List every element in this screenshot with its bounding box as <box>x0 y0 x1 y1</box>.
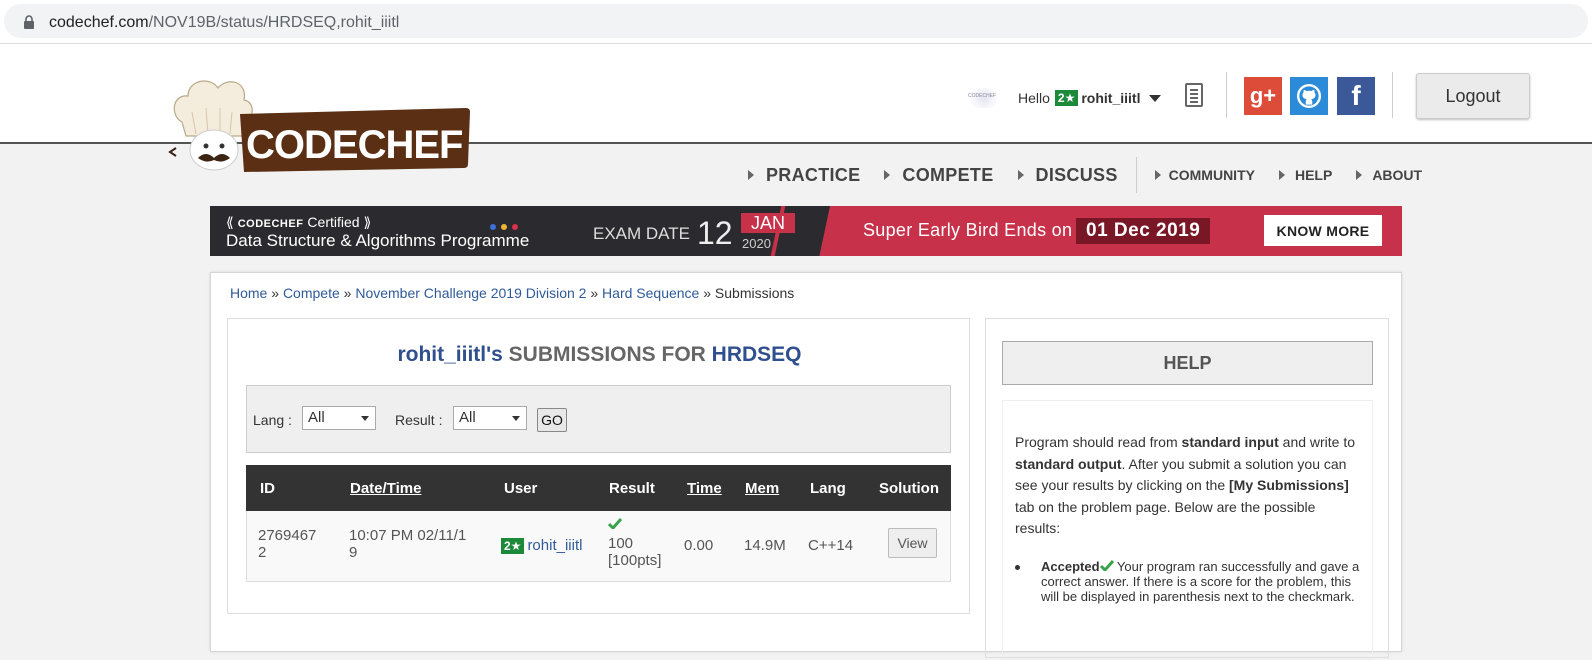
col-lang: Lang <box>810 480 846 497</box>
arrow-right-icon <box>1154 170 1161 180</box>
page-title: rohit_iiitl's SUBMISSIONS FOR HRDSEQ <box>397 343 802 366</box>
lock-icon <box>24 15 34 29</box>
exam-month: JAN <box>741 213 796 233</box>
facebook-icon[interactable]: f <box>1337 77 1375 115</box>
lang-filter-label: Lang : <box>253 412 292 428</box>
cell-mem: 14.9M <box>744 537 786 554</box>
early-bird-text: Super Early Bird Ends on <box>863 220 1073 240</box>
github-icon[interactable] <box>1290 77 1328 115</box>
hello-text: Hello <box>1018 90 1050 106</box>
star-rating-badge: 2★ <box>1054 90 1079 106</box>
codechef-logo[interactable]: CODECHEF <box>168 72 478 176</box>
user-greeting[interactable]: CODECHEF Hello 2★ rohit_iiitl <box>966 88 1162 108</box>
result-filter-label: Result : <box>395 412 443 428</box>
banner-dots <box>490 224 523 230</box>
bullet <box>1015 565 1020 570</box>
url-text[interactable]: codechef.com/NOV19B/status/HRDSEQ,rohit_… <box>49 14 399 32</box>
chevron-down-icon[interactable] <box>1149 94 1162 102</box>
col-user: User <box>504 480 538 497</box>
view-solution-button[interactable]: View <box>888 528 937 558</box>
col-datetime[interactable]: Date/Time <box>350 480 421 497</box>
help-text: Program should read from standard input … <box>1015 434 1356 536</box>
help-heading: HELP <box>1002 341 1373 385</box>
banner-certified: ⟪ CODECHEF Certified ⟫ <box>226 214 372 230</box>
main-nav: PRACTICE COMPETE DISCUSS COMMUNITY HELP … <box>748 157 1422 193</box>
col-result: Result <box>609 480 655 497</box>
breadcrumb-current: Submissions <box>714 285 795 301</box>
cell-datetime: 10:07 PM 02/11/1 9 <box>349 527 467 561</box>
nav-discuss[interactable]: DISCUSS <box>1017 165 1118 186</box>
star-rating-badge: 2★ <box>501 538 525 554</box>
cell-time: 0.00 <box>684 537 714 554</box>
nav-community[interactable]: COMMUNITY <box>1154 167 1255 183</box>
list-item: Accepted Your program ran successfully a… <box>1041 559 1360 604</box>
logout-button[interactable]: Logout <box>1416 73 1530 119</box>
help-body: Program should read from standard input … <box>1002 400 1373 660</box>
exam-date-label: EXAM DATE <box>593 224 690 243</box>
breadcrumb-home[interactable]: Home <box>230 285 267 301</box>
nav-divider <box>1135 157 1137 193</box>
arrow-right-icon <box>748 170 754 180</box>
cell-lang: C++14 <box>808 537 854 554</box>
dropdown-arrow-icon <box>361 416 369 421</box>
exam-day: 12 <box>697 215 733 251</box>
help-panel: HELP Program should read from standard i… <box>985 318 1389 660</box>
google-plus-icon[interactable]: g+ <box>1244 77 1282 115</box>
title-problem-link[interactable]: HRDSEQ <box>712 343 802 366</box>
breadcrumb-compete[interactable]: Compete <box>283 285 340 301</box>
col-id: ID <box>260 480 275 497</box>
logo-wordmark: CODECHEF <box>246 123 462 167</box>
table-row: 2769467 2 10:07 PM 02/11/1 9 2★ rohit_iiitl… <box>246 511 951 582</box>
cell-user: 2★ rohit_iiitl <box>501 537 582 554</box>
certification-badge-icon: CODECHEF <box>966 88 1002 108</box>
user-link[interactable]: rohit_iiitl <box>527 537 582 554</box>
title-user-link[interactable]: rohit_iiitl's <box>397 343 502 366</box>
nav-help[interactable]: HELP <box>1278 167 1332 183</box>
username-link[interactable]: rohit_iiitl <box>1081 90 1140 106</box>
col-time[interactable]: Time <box>687 480 722 497</box>
breadcrumb-problem[interactable]: Hard Sequence <box>602 285 699 301</box>
col-mem[interactable]: Mem <box>745 480 779 497</box>
nav-compete[interactable]: COMPETE <box>884 165 993 186</box>
col-solution: Solution <box>879 480 939 497</box>
arrow-right-icon <box>1356 170 1363 180</box>
know-more-button[interactable]: KNOW MORE <box>1264 215 1382 246</box>
arrow-right-icon <box>1278 170 1285 180</box>
submissions-panel: rohit_iiitl's SUBMISSIONS FOR HRDSEQ Lan… <box>227 318 970 614</box>
main-content: Home » Compete » November Challenge 2019… <box>210 272 1402 660</box>
submissions-table: ID Date/Time User Result Time Mem Lang S… <box>246 465 951 582</box>
address-field[interactable]: codechef.com/NOV19B/status/HRDSEQ,rohit_… <box>4 4 1588 38</box>
arrow-right-icon <box>884 170 891 180</box>
document-icon[interactable] <box>1185 83 1203 107</box>
go-button[interactable]: GO <box>537 408 567 432</box>
promo-banner[interactable]: ⟪ CODECHEF Certified ⟫ Data Structure & A… <box>210 206 1402 256</box>
header-divider <box>1226 72 1227 118</box>
header-divider <box>1392 72 1393 118</box>
nav-practice[interactable]: PRACTICE <box>748 165 860 186</box>
exam-year: 2020 <box>742 236 771 251</box>
breadcrumb: Home » Compete » November Challenge 2019… <box>230 285 795 301</box>
cell-id: 2769467 2 <box>258 527 317 561</box>
lang-filter-select[interactable]: All <box>302 406 376 430</box>
cell-result: 100 [100pts] <box>608 535 662 569</box>
banner-program-title: Data Structure & Algorithms Programme <box>226 231 530 250</box>
early-bird-date: 01 Dec 2019 <box>1076 218 1211 244</box>
breadcrumb-contest[interactable]: November Challenge 2019 Division 2 <box>355 285 586 301</box>
checkmark-icon <box>608 518 622 529</box>
checkmark-icon <box>1099 560 1114 573</box>
arrow-right-icon <box>1017 170 1024 180</box>
filter-bar: Lang : All Result : All GO <box>246 385 951 453</box>
nav-about[interactable]: ABOUT <box>1356 167 1422 183</box>
table-header: ID Date/Time User Result Time Mem Lang S… <box>246 465 951 511</box>
browser-url-bar: codechef.com/NOV19B/status/HRDSEQ,rohit_… <box>0 0 1592 44</box>
result-filter-select[interactable]: All <box>453 406 527 430</box>
dropdown-arrow-icon <box>512 416 520 421</box>
